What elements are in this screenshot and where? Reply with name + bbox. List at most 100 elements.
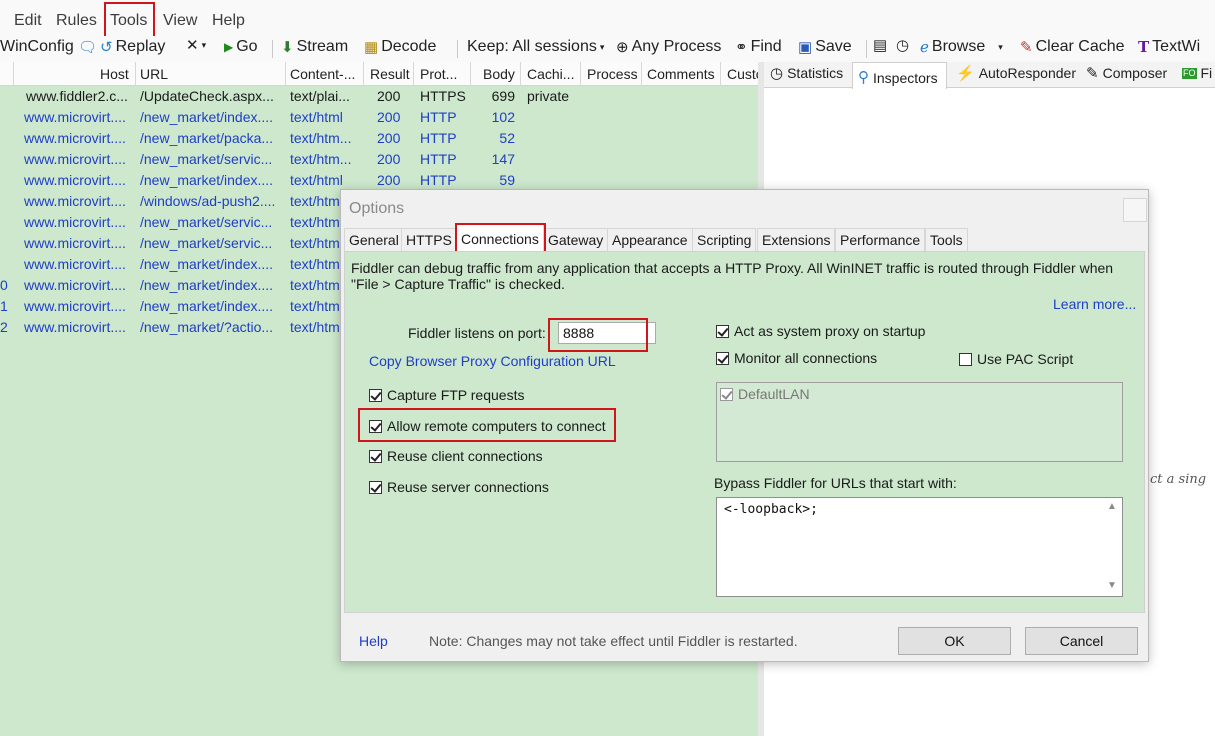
tab-composer[interactable]: ✎ Composer (1086, 65, 1167, 81)
cell-protocol: HTTPS (420, 88, 466, 104)
table-row[interactable]: www.microvirt.... /new_market/packa... tex… (0, 128, 760, 149)
clear-cache-button[interactable]: ✎ Clear Cache (1020, 38, 1125, 56)
cell-url: /new_market/packa... (140, 130, 274, 146)
cell-result: 200 (377, 130, 401, 146)
dialog-close-button[interactable] (1123, 198, 1147, 222)
decode-button[interactable]: ▦ Decode (364, 38, 436, 56)
cell-url: /new_market/servic... (140, 214, 273, 230)
tab-fiddler-orchestra[interactable]: FO Fi (1182, 65, 1212, 81)
bypass-scrollbar[interactable]: ▲ ▼ (1103, 498, 1122, 596)
browse-button[interactable]: ℯ Browse ▾ (920, 38, 1003, 56)
column-host[interactable]: Host (100, 66, 129, 82)
keep-sessions-dropdown[interactable]: Keep: All sessions ▾ (467, 38, 604, 56)
column-caching[interactable]: Cachi... (527, 66, 574, 82)
table-row[interactable]: www.microvirt.... /new_market/index.... te… (0, 170, 760, 191)
tab-autoresponder[interactable]: ⚡ AutoResponder (956, 65, 1076, 81)
table-row[interactable]: www.fiddler2.c... /UpdateCheck.aspx... tex… (0, 86, 760, 107)
learn-more-link[interactable]: Learn more... (1053, 296, 1136, 312)
timer-icon: ◷ (896, 37, 910, 54)
tab-extensions[interactable]: Extensions (757, 228, 836, 252)
checkbox-icon (716, 351, 729, 365)
chevron-down-icon[interactable]: ▼ (1107, 580, 1117, 591)
clear-cache-icon: ✎ (1020, 38, 1033, 56)
reuse-client-checkbox[interactable]: Reuse client connections (369, 448, 543, 464)
toolbar-separator (866, 40, 867, 58)
checkbox-icon (720, 387, 733, 401)
table-row[interactable]: www.microvirt.... /new_market/index.... te… (0, 107, 760, 128)
menu-view[interactable]: View (163, 12, 197, 30)
chevron-down-icon: ▾ (998, 41, 1003, 52)
tab-performance[interactable]: Performance (835, 228, 926, 252)
cell-content: text/htm... (290, 151, 352, 167)
tab-https[interactable]: HTTPS (401, 228, 457, 252)
cell-content: text/htm... (290, 130, 352, 146)
checkbox-icon (369, 388, 382, 402)
table-row[interactable]: www.microvirt.... /new_market/servic... te… (0, 149, 760, 170)
winconfig-button[interactable]: WinConfig (0, 38, 74, 56)
screenshot-button[interactable]: ▤ (873, 38, 887, 53)
menu-rules[interactable]: Rules (56, 12, 97, 30)
remove-button[interactable]: ✕ ▾ (186, 38, 206, 53)
chevron-up-icon[interactable]: ▲ (1107, 501, 1117, 512)
options-dialog: Options General HTTPS Connections Gatewa… (340, 189, 1149, 662)
highlight-box-port (548, 318, 648, 352)
ok-button[interactable]: OK (898, 627, 1011, 655)
inspector-placeholder-text: ct a sing (1150, 472, 1207, 487)
cell-caching: private (527, 88, 570, 104)
cell-content: text/html (290, 172, 343, 188)
capture-ftp-checkbox[interactable]: Capture FTP requests (369, 387, 524, 403)
any-process-button[interactable]: ⊕ Any Process (616, 38, 721, 56)
tab-gateway[interactable]: Gateway (543, 228, 609, 252)
tab-appearance[interactable]: Appearance (607, 228, 693, 252)
go-button[interactable]: ▶ Go (224, 38, 258, 56)
stream-button[interactable]: ⬇ Stream (281, 38, 348, 56)
timer-button[interactable]: ◷ (896, 38, 909, 53)
reuse-server-checkbox[interactable]: Reuse server connections (369, 479, 549, 495)
monitor-all-checkbox[interactable]: Monitor all connections (716, 350, 877, 366)
tab-statistics[interactable]: ◷ Statistics (770, 65, 843, 81)
tab-general[interactable]: General (344, 228, 404, 252)
tab-tools[interactable]: Tools (925, 228, 968, 252)
bypass-label: Bypass Fiddler for URLs that start with: (714, 475, 957, 491)
cell-host: www.microvirt.... (24, 256, 126, 272)
cell-result: 200 (377, 172, 401, 188)
cancel-button[interactable]: Cancel (1025, 627, 1138, 655)
comment-icon: 🗨 (78, 38, 98, 56)
column-url[interactable]: URL (140, 66, 168, 82)
cell-body: 147 (491, 151, 515, 167)
crosshair-icon: ⊕ (616, 38, 629, 56)
textwizard-icon: T (1138, 37, 1150, 56)
cell-url: /new_market/index.... (140, 256, 274, 272)
cell-body: 102 (491, 109, 515, 125)
bypass-textarea[interactable]: <-loopback>; (716, 497, 1123, 597)
use-pac-checkbox[interactable]: Use PAC Script (959, 351, 1073, 367)
composer-icon: ✎ (1086, 64, 1099, 82)
act-as-proxy-checkbox[interactable]: Act as system proxy on startup (716, 323, 925, 339)
session-list-header: Host URL Content-... Result Prot... Body… (0, 62, 764, 86)
replay-button[interactable]: 🗨 ↺ Replay (78, 38, 165, 56)
camera-icon: ▤ (873, 37, 888, 54)
checkbox-icon (716, 324, 729, 338)
column-comments[interactable]: Comments (647, 66, 715, 82)
column-protocol[interactable]: Prot... (420, 66, 457, 82)
description-text: Fiddler can debug traffic from any appli… (351, 260, 1114, 276)
cell-host: www.microvirt.... (24, 214, 126, 230)
column-content-type[interactable]: Content-... (290, 66, 355, 82)
copy-proxy-url-link[interactable]: Copy Browser Proxy Configuration URL (369, 353, 616, 369)
menu-edit[interactable]: Edit (14, 12, 42, 30)
find-button[interactable]: ⚭ Find (735, 38, 782, 56)
column-result[interactable]: Result (370, 66, 410, 82)
textwizard-button[interactable]: T TextWi (1138, 38, 1200, 56)
chevron-down-icon: ▾ (599, 41, 605, 52)
menu-help[interactable]: Help (212, 12, 245, 30)
tab-inspectors[interactable]: ⚲ Inspectors (852, 62, 947, 89)
save-button[interactable]: ▣ Save (798, 38, 852, 56)
help-link[interactable]: Help (359, 633, 388, 649)
tab-scripting[interactable]: Scripting (692, 228, 757, 252)
toolbar-separator (272, 40, 273, 58)
cell-protocol: HTTP (420, 130, 457, 146)
cell-protocol: HTTP (420, 109, 457, 125)
column-process[interactable]: Process (587, 66, 638, 82)
checkbox-icon (369, 449, 382, 463)
column-body[interactable]: Body (483, 66, 515, 82)
